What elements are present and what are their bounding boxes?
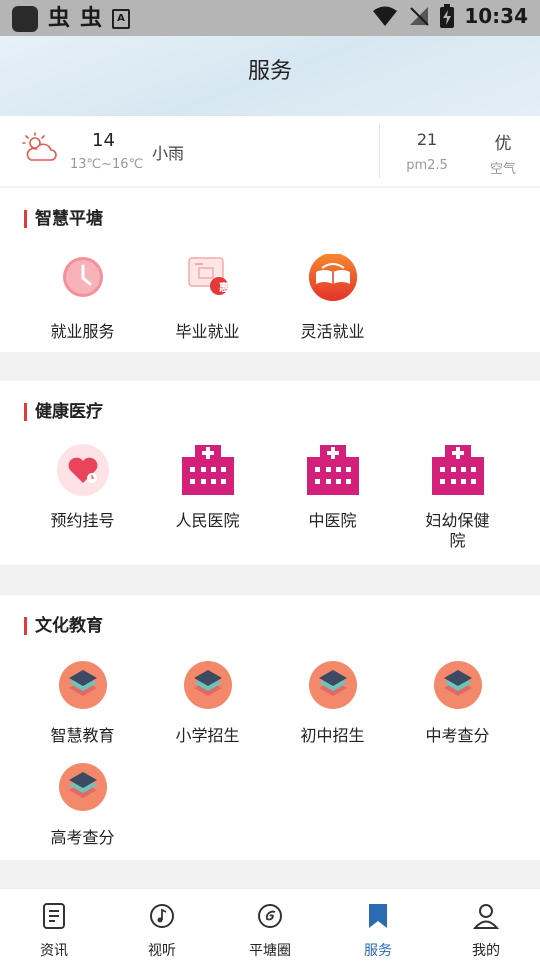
page-title: 服务 [247, 59, 292, 84]
service-label: 就业服务 [50, 322, 115, 341]
service-label: 小学招生 [175, 726, 240, 745]
pm25-label: pm2.5 [406, 158, 448, 173]
service-label: 妇幼保健院 [425, 511, 490, 550]
hospital-icon [181, 445, 234, 495]
service-label: 中医院 [308, 511, 357, 530]
service-label: 中考查分 [425, 726, 490, 745]
discount-badge: 惠 [219, 283, 229, 294]
service-label: 人民医院 [175, 511, 240, 530]
page-header: 服务 [0, 36, 540, 116]
spiral-icon [258, 904, 282, 928]
sun-cloud-icon [22, 132, 57, 161]
bookmark-icon [369, 904, 387, 928]
section-title: 智慧平塘 [24, 210, 103, 228]
service-people-hospital[interactable]: 人民医院 [145, 443, 270, 531]
bottom-nav: 资讯 视听 平塘圈 服务 我的 [0, 888, 540, 961]
section-culture-education: 文化教育 智慧教育 小学招生 初中招生 中考查分 高考查分 [0, 595, 540, 860]
no-signal-icon [410, 7, 430, 26]
service-appointment[interactable]: 预约挂号 [20, 443, 145, 531]
service-smart-education[interactable]: 智慧教育 [20, 658, 145, 746]
service-graduate-employment[interactable]: 惠 毕业就业 [145, 254, 270, 342]
service-employment[interactable]: 就业服务 [20, 254, 145, 342]
accessibility-a-icon: A [112, 9, 131, 29]
nav-label: 平塘圈 [249, 943, 291, 959]
news-icon [43, 903, 65, 929]
layers-icon [183, 661, 232, 709]
section-title: 健康医疗 [24, 403, 103, 421]
layers-icon [308, 661, 357, 709]
divider [379, 124, 380, 178]
status-bar: 虫 虫 A 10:34 [0, 0, 540, 36]
nav-label: 我的 [472, 943, 500, 959]
layers-icon [58, 661, 107, 709]
service-zhongkao-score[interactable]: 中考查分 [395, 658, 520, 746]
service-primary-enrollment[interactable]: 小学招生 [145, 658, 270, 746]
nav-tab-media[interactable]: 视听 [108, 889, 216, 961]
weather-temperature: 14 [92, 130, 115, 151]
service-label: 智慧教育 [50, 726, 115, 745]
service-middle-enrollment[interactable]: 初中招生 [270, 658, 395, 746]
service-label: 灵活就业 [300, 322, 365, 341]
service-label: 毕业就业 [175, 322, 240, 341]
weather-bar[interactable]: 14 13℃~16℃ 小雨 21 pm2.5 优 空气 [0, 116, 540, 186]
nav-label: 资讯 [40, 943, 68, 959]
service-flexible-employment[interactable]: 灵活就业 [270, 253, 395, 342]
section-title: 文化教育 [24, 617, 103, 635]
service-label: 高考查分 [50, 828, 115, 847]
section-health-medical: 健康医疗 预约挂号 人民医院 中医院 妇幼保健院 [0, 381, 540, 565]
weather-condition: 小雨 [152, 144, 185, 163]
service-maternal-child-hospital[interactable]: 妇幼保健院 [395, 443, 520, 551]
air-quality-label: 空气 [489, 162, 516, 177]
user-icon [472, 904, 500, 929]
notification-glyph: 虫 [48, 6, 71, 31]
nav-tab-news[interactable]: 资讯 [0, 889, 108, 961]
clock-icon [62, 257, 103, 297]
service-tcm-hospital[interactable]: 中医院 [270, 443, 395, 531]
section-smart-pingtang: 智慧平塘 就业服务 惠 毕业就业 灵活就业 [0, 188, 540, 352]
app-notification-icon [12, 6, 38, 32]
nav-tab-services[interactable]: 服务 [324, 889, 432, 961]
service-label: 初中招生 [300, 726, 365, 745]
layers-icon [433, 661, 482, 709]
weather-range: 13℃~16℃ [70, 157, 144, 172]
pm25-value: 21 [416, 130, 438, 149]
air-quality-value: 优 [494, 134, 512, 154]
nav-label: 服务 [364, 943, 392, 959]
heart-appointment-icon [56, 444, 109, 496]
battery-charging-icon [440, 4, 455, 28]
notification-glyph: 虫 [80, 6, 103, 31]
book-icon [308, 253, 357, 301]
clock-time: 10:34 [464, 4, 528, 28]
service-label: 预约挂号 [50, 511, 115, 530]
wifi-icon [373, 6, 398, 26]
hospital-icon [431, 445, 484, 495]
nav-tab-mine[interactable]: 我的 [432, 889, 540, 961]
nav-tab-pingtang-circle[interactable]: 平塘圈 [216, 889, 324, 961]
music-note-icon [150, 904, 174, 928]
hospital-icon [306, 445, 359, 495]
service-gaokao-score[interactable]: 高考查分 [20, 760, 145, 848]
layers-icon [58, 763, 107, 811]
nav-label: 视听 [148, 943, 176, 959]
